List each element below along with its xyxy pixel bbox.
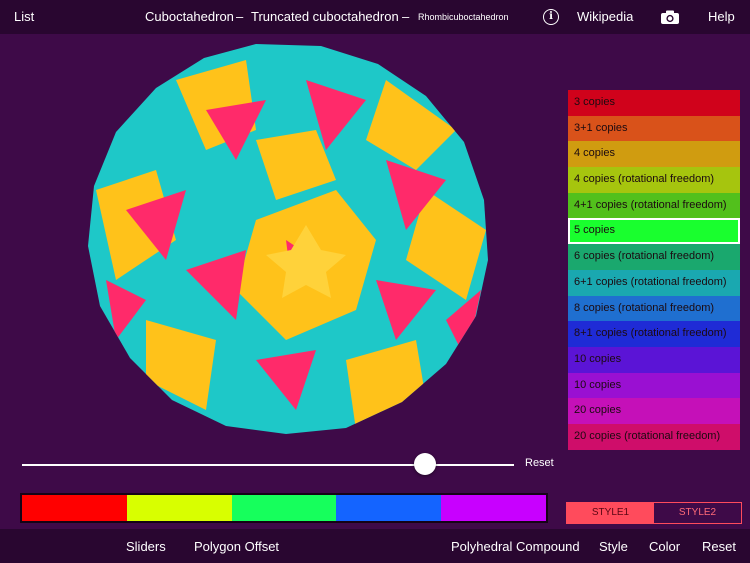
list-item[interactable]: 20 copies	[568, 398, 740, 424]
color-palette	[20, 493, 548, 523]
list-item[interactable]: 8 copies (rotational freedom)	[568, 295, 740, 322]
polyhedral-compound-button[interactable]: Polyhedral Compound	[451, 539, 580, 554]
color-swatch[interactable]	[441, 495, 546, 521]
wikipedia-button[interactable]: Wikipedia	[577, 9, 633, 24]
breadcrumb-rhombicuboctahedron[interactable]: Rhombicuboctahedron	[418, 12, 509, 22]
list-item[interactable]: 3+1 copies	[568, 115, 740, 142]
bottom-toolbar: Sliders Polygon Offset Polyhedral Compou…	[0, 529, 750, 563]
breadcrumb-cuboctahedron[interactable]: Cuboctahedron	[145, 9, 234, 24]
camera-icon[interactable]	[660, 9, 680, 28]
color-button[interactable]: Color	[649, 539, 680, 554]
style1-button[interactable]: STYLE1	[567, 503, 654, 523]
list-item[interactable]: 4+1 copies (rotational freedom)	[568, 192, 740, 219]
list-item[interactable]: 10 copies	[568, 372, 740, 399]
top-bar: List Cuboctahedron – Truncated cuboctahe…	[0, 0, 750, 34]
style-toggle: STYLE1 STYLE2	[566, 502, 742, 524]
style2-button[interactable]: STYLE2	[654, 503, 741, 523]
breadcrumb-separator: –	[236, 9, 244, 24]
color-swatch[interactable]	[22, 495, 127, 521]
style-button[interactable]: Style	[599, 539, 628, 554]
color-swatch[interactable]	[231, 495, 337, 521]
compound-list: 3 copies 3+1 copies 4 copies 4 copies (r…	[568, 90, 740, 450]
reset-button[interactable]: Reset	[702, 539, 736, 554]
list-item[interactable]: 10 copies	[568, 346, 740, 373]
list-button[interactable]: List	[14, 9, 34, 24]
color-swatch[interactable]	[126, 495, 232, 521]
list-item[interactable]: 4 copies	[568, 141, 740, 168]
breadcrumb-truncated-cuboctahedron[interactable]: Truncated cuboctahedron	[251, 9, 399, 24]
list-item[interactable]: 5 copies	[568, 218, 740, 245]
list-item[interactable]: 3 copies	[568, 90, 740, 116]
slider-reset-button[interactable]: Reset	[525, 457, 554, 469]
offset-slider-thumb[interactable]	[414, 453, 437, 475]
breadcrumb-separator: –	[402, 9, 410, 24]
sliders-button[interactable]: Sliders	[126, 539, 166, 554]
list-item[interactable]: 8+1 copies (rotational freedom)	[568, 321, 740, 347]
list-item[interactable]: 4 copies (rotational freedom)	[568, 167, 740, 193]
list-item[interactable]: 6+1 copies (rotational freedom)	[568, 269, 740, 296]
polyhedron-view[interactable]	[86, 40, 490, 436]
list-item[interactable]: 20 copies (rotational freedom)	[568, 423, 740, 450]
offset-slider-track[interactable]	[22, 464, 514, 466]
color-swatch[interactable]	[336, 495, 442, 521]
help-button[interactable]: Help	[708, 9, 735, 24]
list-item[interactable]: 6 copies (rotational freedom)	[568, 244, 740, 270]
polygon-offset-button[interactable]: Polygon Offset	[194, 539, 279, 554]
info-icon[interactable]: i	[543, 9, 559, 25]
